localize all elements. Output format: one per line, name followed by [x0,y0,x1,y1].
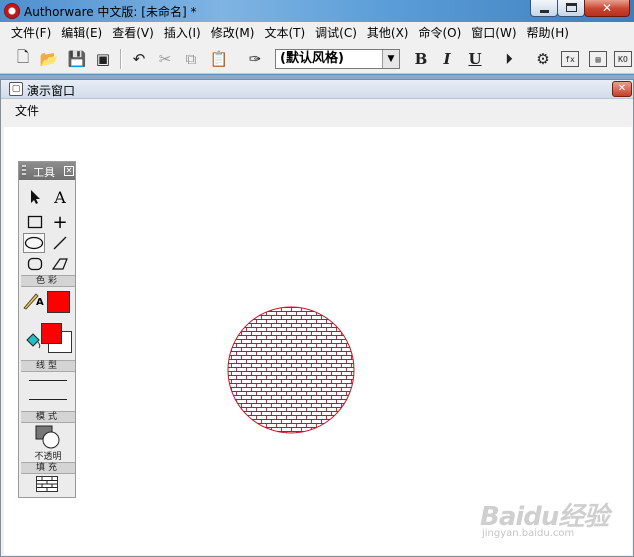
menu-edit[interactable]: 编辑(E) [56,23,107,43]
rectangle-icon [27,215,43,229]
line-style-thin[interactable] [29,380,67,381]
rectangle-tool[interactable] [24,212,46,232]
close-icon: ✕ [601,1,613,15]
polygon-icon [51,258,68,270]
line-color-tool[interactable] [22,290,48,310]
tools-palette-title: 工具 [33,166,55,179]
crosshair-tool[interactable]: + [49,212,71,233]
italic-button[interactable]: I [436,48,458,70]
presentation-menu-bar: 文件 [1,100,633,119]
menu-insert[interactable]: 插入(I) [159,23,206,43]
mode-section-header: 模式 [21,411,75,423]
line-tool[interactable] [49,233,71,253]
rounded-rectangle-tool[interactable] [24,254,46,274]
import-icon[interactable]: ▣ [92,48,114,70]
diagonal-line-icon [53,236,67,250]
tools-palette-close-button[interactable]: ✕ [64,166,74,176]
presentation-close-button[interactable]: ✕ [612,81,632,97]
baidu-watermark: Baidu经验 jingyan.baidu.com [470,486,620,546]
copy-icon[interactable]: ⧉ [180,48,202,70]
bold-button[interactable]: B [410,48,432,70]
line-style-section-header: 线型 [21,360,75,372]
presentation-window-title: 演示窗口 [27,84,76,98]
menu-file[interactable]: 文件(F) [6,23,56,43]
menu-modify[interactable]: 修改(M) [206,23,260,43]
knowledge-objects-icon[interactable]: KO [614,51,632,67]
run-icon[interactable]: ⏵ [498,48,520,70]
variables-icon[interactable]: ▤ [589,51,607,67]
line-color-swatch[interactable] [47,291,70,313]
watermark-url: jingyan.baidu.com [482,528,575,539]
cut-icon[interactable]: ✂ [154,48,176,70]
undo-icon[interactable]: ↶ [128,48,150,70]
save-all-icon[interactable]: 💾 [66,48,88,70]
paint-bucket-icon [26,333,41,349]
window-title: Authorware 中文版: [未命名] * [24,5,197,19]
pointer-tool[interactable] [24,187,46,207]
chevron-down-icon[interactable]: ▼ [382,50,399,68]
brick-filled-circle[interactable] [227,306,355,434]
ellipse-tool[interactable] [23,233,45,253]
ellipse-icon [24,236,44,250]
arrow-pointer-icon [31,190,40,204]
close-button[interactable]: ✕ [584,0,630,17]
rounded-rectangle-icon [27,257,43,271]
menu-text[interactable]: 文本(T) [259,23,310,43]
text-style-select[interactable]: (默认风格) ▼ [275,49,400,69]
color-section-header: 色彩 [21,275,75,287]
text-style-value: (默认风格) [280,51,344,66]
fill-foreground-swatch[interactable] [41,323,62,344]
menu-view[interactable]: 查看(V) [107,23,159,43]
menu-bar: 文件(F) 编辑(E) 查看(V) 插入(I) 修改(M) 文本(T) 调试(C… [0,22,634,44]
underline-button[interactable]: U [464,48,486,70]
mode-caption: 不透明 [34,452,62,462]
text-tool[interactable]: A [49,187,71,207]
brick-pattern-icon [37,477,57,491]
presentation-window-icon: ▢ [9,82,23,96]
title-bar: Authorware 中文版: [未命名] * ✕ [0,0,634,22]
maximize-button[interactable] [557,0,585,17]
presentation-menu-file[interactable]: 文件 [15,102,39,119]
minimize-button[interactable] [530,0,558,17]
fill-section-header: 填充 [21,462,75,474]
find-icon[interactable]: ✑ [244,48,266,70]
menu-window[interactable]: 窗口(W) [466,23,521,43]
grip-handle-icon[interactable] [22,165,26,177]
presentation-window-title-bar[interactable]: ▢ 演示窗口 ✕ [1,80,633,99]
menu-commands[interactable]: 命令(O) [413,23,466,43]
menu-debug[interactable]: 调试(C) [310,23,362,43]
new-file-icon[interactable]: 🗋 [12,48,34,70]
tools-palette-title-bar[interactable]: 工具 ✕ [19,162,75,180]
mode-shapes-icon [35,425,60,449]
fill-pattern-selector[interactable] [36,476,58,492]
polygon-tool[interactable] [49,254,71,274]
authorware-app-icon[interactable] [4,3,20,19]
menu-help[interactable]: 帮助(H) [522,23,574,43]
paste-icon[interactable]: 📋 [208,48,230,70]
pencil-icon [23,293,39,310]
toolbar-separator [120,49,122,69]
functions-icon[interactable]: fx [561,51,579,67]
open-file-icon[interactable]: 📂 [38,48,60,70]
text-color-label: A [36,297,44,308]
opaque-mode-icon[interactable] [35,425,61,449]
menu-xtras[interactable]: 其他(X) [362,23,414,43]
tools-palette: 工具 ✕ A + 色彩 A 线型 模式 不透明 填充 [18,161,76,498]
control-panel-icon[interactable]: ⚙ [532,48,554,70]
maximize-icon [566,3,577,12]
minimize-icon [540,10,549,13]
line-style-thin-2[interactable] [29,399,67,400]
